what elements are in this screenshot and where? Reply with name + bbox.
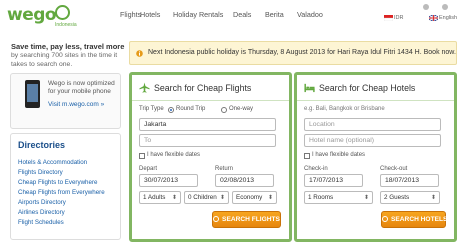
- search-icon: [382, 216, 388, 222]
- cabin-class-value: Economy: [236, 194, 263, 201]
- user-icon[interactable]: [423, 4, 429, 10]
- checkout-date-value: 18/07/2013: [385, 177, 420, 184]
- directory-link[interactable]: Airports Directory: [18, 199, 66, 206]
- directory-link[interactable]: Hotels & Accommodation: [18, 159, 87, 166]
- flights-search-panel: Search for Cheap Flights Trip Type Round…: [129, 72, 292, 242]
- nav-holiday-rentals[interactable]: Holiday Rentals: [173, 10, 223, 19]
- guests-select[interactable]: 2 Guests ⬍: [380, 191, 440, 204]
- phone-screen: [27, 84, 38, 102]
- trip-type-label: Trip Type: [139, 106, 164, 112]
- one-way-radio[interactable]: [221, 107, 227, 113]
- info-icon: [136, 50, 143, 57]
- children-select[interactable]: 0 Children ⬍: [184, 191, 229, 204]
- directories-box: Directories Hotels & Accommodation Fligh…: [10, 133, 121, 240]
- search-icon: [213, 216, 220, 222]
- nav-deals[interactable]: Deals: [233, 10, 251, 19]
- round-trip-label[interactable]: Round Trip: [176, 106, 205, 112]
- flights-panel-title: Search for Cheap Flights: [154, 83, 252, 93]
- depart-date-input[interactable]: 30/07/2013: [139, 174, 198, 187]
- cabin-class-select[interactable]: Economy ⬍: [232, 191, 277, 204]
- indonesia-flag-icon[interactable]: [384, 15, 393, 21]
- chevron-down-icon: ⬍: [363, 195, 369, 201]
- directory-link[interactable]: Cheap Flights from Everywhere: [18, 189, 105, 196]
- checkout-date-input[interactable]: 18/07/2013: [380, 174, 439, 187]
- mobile-site-link[interactable]: Visit m.wego.com »: [48, 101, 104, 108]
- nav-valadoo[interactable]: Valadoo: [297, 10, 323, 19]
- flights-panel-header: Search for Cheap Flights: [132, 75, 289, 101]
- directory-link[interactable]: Flight Schedules: [18, 219, 64, 226]
- checkin-date-value: 17/07/2013: [309, 177, 344, 184]
- to-input[interactable]: To: [139, 134, 276, 147]
- currency-select[interactable]: IDR: [394, 15, 403, 21]
- account-icon[interactable]: [442, 4, 448, 10]
- round-trip-radio[interactable]: [168, 107, 174, 113]
- hotels-hint: e.g. Bali, Bangkok or Brisbane: [304, 106, 385, 112]
- location-input[interactable]: Location: [304, 118, 441, 131]
- holiday-notice: Next Indonesia public holiday is Thursda…: [129, 41, 457, 65]
- mobile-promo: Wego is now optimized for your mobile ph…: [10, 73, 121, 129]
- search-flights-label: SEARCH FLIGHTS: [222, 216, 280, 223]
- chevron-down-icon: ⬍: [219, 195, 225, 201]
- hotel-name-input[interactable]: Hotel name (optional): [304, 134, 441, 147]
- adults-select[interactable]: 1 Adults ⬍: [139, 191, 181, 204]
- header: wego Indonesia Flights Hotels Holiday Re…: [0, 0, 467, 33]
- guests-value: 2 Guests: [384, 194, 410, 201]
- checkin-date-input[interactable]: 17/07/2013: [304, 174, 363, 187]
- directory-link[interactable]: Cheap Flights to Everywhere: [18, 179, 97, 186]
- directory-link[interactable]: Flights Directory: [18, 169, 63, 176]
- hotels-panel-title: Search for Cheap Hotels: [319, 83, 416, 93]
- hotels-search-panel: Search for Cheap Hotels e.g. Bali, Bangk…: [294, 72, 457, 242]
- return-date-input[interactable]: 02/08/2013: [215, 174, 274, 187]
- tagline-body: by searching 700 sites in the time it ta…: [11, 52, 118, 68]
- children-value: 0 Children: [188, 194, 217, 201]
- nav-berita[interactable]: Berita: [265, 10, 284, 19]
- bed-icon: [304, 83, 315, 93]
- flexible-dates-label: I have flexible dates: [312, 152, 366, 158]
- nav-flights[interactable]: Flights: [120, 10, 141, 19]
- flexible-dates-label: I have flexible dates: [147, 152, 201, 158]
- search-hotels-label: SEARCH HOTELS: [391, 216, 448, 223]
- directories-title: Directories: [18, 140, 66, 150]
- checkout-label: Check-out: [380, 166, 408, 172]
- return-label: Return: [215, 166, 234, 172]
- directory-link[interactable]: Airlines Directory: [18, 209, 65, 216]
- logo[interactable]: wego: [7, 5, 57, 25]
- search-flights-button[interactable]: SEARCH FLIGHTS: [212, 211, 281, 228]
- checkin-label: Check-in: [304, 166, 328, 172]
- logo-subtitle: Indonesia: [55, 22, 77, 28]
- uk-flag-icon[interactable]: [429, 15, 438, 21]
- language-select[interactable]: English: [439, 15, 457, 21]
- nav-hotels[interactable]: Hotels: [140, 10, 160, 19]
- chevron-down-icon: ⬍: [430, 195, 436, 201]
- rooms-value: 1 Rooms: [308, 194, 334, 201]
- mobile-promo-text: Wego is now optimized for your mobile ph…: [48, 80, 115, 95]
- flexible-dates-checkbox[interactable]: [304, 153, 310, 159]
- depart-date-value: 30/07/2013: [144, 177, 179, 184]
- phone-icon: [25, 80, 40, 108]
- rooms-select[interactable]: 1 Rooms ⬍: [304, 191, 373, 204]
- return-date-value: 02/08/2013: [220, 177, 255, 184]
- plane-icon: [139, 82, 150, 93]
- tagline-title: Save time, pay less, travel more: [11, 42, 125, 51]
- adults-value: 1 Adults: [143, 194, 166, 201]
- holiday-notice-text: Next Indonesia public holiday is Thursda…: [148, 49, 456, 56]
- one-way-label[interactable]: One-way: [229, 106, 253, 112]
- chevron-down-icon: ⬍: [171, 195, 177, 201]
- from-input[interactable]: Jakarta: [139, 118, 276, 131]
- logo-badge-icon: [55, 5, 70, 20]
- chevron-down-icon: ⬍: [267, 195, 273, 201]
- search-hotels-button[interactable]: SEARCH HOTELS: [381, 211, 448, 228]
- hotels-panel-header: Search for Cheap Hotels: [297, 75, 454, 101]
- depart-label: Depart: [139, 166, 158, 172]
- flexible-dates-checkbox[interactable]: [139, 153, 145, 159]
